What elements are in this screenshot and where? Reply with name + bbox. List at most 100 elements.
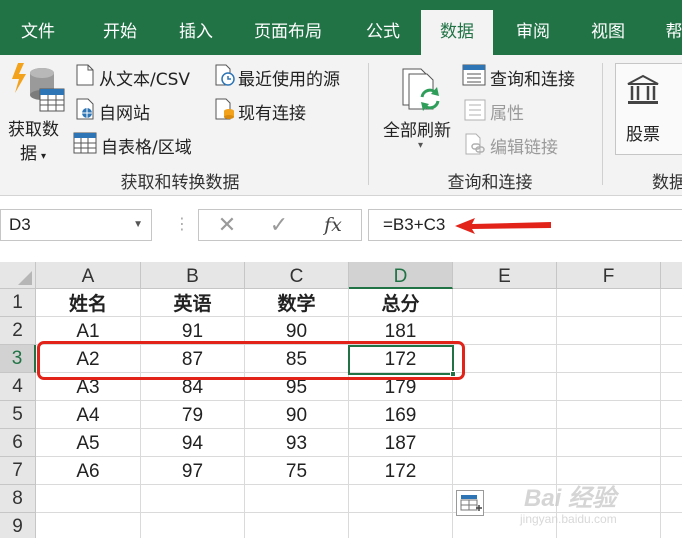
- chevron-down-icon[interactable]: ▼: [133, 210, 143, 240]
- cell-e1[interactable]: [453, 289, 557, 317]
- recent-sources-button[interactable]: 最近使用的源: [238, 65, 340, 90]
- cell-a4[interactable]: A3: [36, 373, 141, 401]
- cell-g5[interactable]: [661, 401, 682, 429]
- from-web-button[interactable]: 自网站: [99, 99, 150, 124]
- properties-button[interactable]: 属性: [490, 99, 524, 124]
- cell-g2[interactable]: [661, 317, 682, 345]
- refresh-icon[interactable]: [397, 65, 447, 120]
- quick-analysis-icon[interactable]: [456, 490, 484, 516]
- cell-b8[interactable]: [141, 485, 245, 513]
- column-header-a[interactable]: A: [36, 262, 141, 289]
- tab-formulas[interactable]: 公式: [352, 0, 414, 55]
- cell-d4[interactable]: 179: [349, 373, 453, 401]
- cell-c4[interactable]: 95: [245, 373, 349, 401]
- get-data-button-label-2[interactable]: 据 ▾: [20, 139, 46, 164]
- cell-b5[interactable]: 79: [141, 401, 245, 429]
- refresh-all-button[interactable]: 全部刷新: [383, 116, 451, 141]
- cell-g4[interactable]: [661, 373, 682, 401]
- cell-e3[interactable]: [453, 345, 557, 373]
- cell-a2[interactable]: A1: [36, 317, 141, 345]
- select-all-corner[interactable]: [0, 262, 36, 289]
- row-header-4[interactable]: 4: [0, 373, 36, 401]
- row-header-8[interactable]: 8: [0, 485, 36, 513]
- column-header-g[interactable]: [661, 262, 682, 289]
- tab-review[interactable]: 审阅: [502, 0, 564, 55]
- cell-e5[interactable]: [453, 401, 557, 429]
- from-text-csv-button[interactable]: 从文本/CSV: [99, 65, 190, 90]
- cell-e6[interactable]: [453, 429, 557, 457]
- tab-view[interactable]: 视图: [577, 0, 639, 55]
- cell-a3[interactable]: A2: [36, 345, 141, 373]
- cell-a8[interactable]: [36, 485, 141, 513]
- cell-a5[interactable]: A4: [36, 401, 141, 429]
- data-types-gallery[interactable]: 股票: [615, 63, 682, 155]
- cell-g7[interactable]: [661, 457, 682, 485]
- row-header-2[interactable]: 2: [0, 317, 36, 345]
- cell-f5[interactable]: [557, 401, 661, 429]
- cell-g1[interactable]: [661, 289, 682, 317]
- database-lightning-icon[interactable]: [10, 61, 66, 120]
- cell-b3[interactable]: 87: [141, 345, 245, 373]
- cell-b4[interactable]: 84: [141, 373, 245, 401]
- column-header-d[interactable]: D: [349, 262, 453, 289]
- cell-f6[interactable]: [557, 429, 661, 457]
- tab-data[interactable]: 数据: [421, 10, 493, 55]
- cell-d9[interactable]: [349, 513, 453, 538]
- tab-help[interactable]: 帮: [654, 0, 682, 55]
- cell-a9[interactable]: [36, 513, 141, 538]
- cell-e2[interactable]: [453, 317, 557, 345]
- cell-a6[interactable]: A5: [36, 429, 141, 457]
- row-header-7[interactable]: 7: [0, 457, 36, 485]
- cell-g8[interactable]: [661, 485, 682, 513]
- cell-c7[interactable]: 75: [245, 457, 349, 485]
- cell-c2[interactable]: 90: [245, 317, 349, 345]
- cell-b7[interactable]: 97: [141, 457, 245, 485]
- cell-d6[interactable]: 187: [349, 429, 453, 457]
- row-header-9[interactable]: 9: [0, 513, 36, 538]
- cell-f3[interactable]: [557, 345, 661, 373]
- cell-b2[interactable]: 91: [141, 317, 245, 345]
- fill-handle[interactable]: [450, 371, 456, 377]
- chevron-down-icon[interactable]: ▾: [418, 140, 423, 151]
- queries-connections-button[interactable]: 查询和连接: [490, 65, 575, 90]
- cell-a7[interactable]: A6: [36, 457, 141, 485]
- cell-a1[interactable]: 姓名: [36, 289, 141, 317]
- cell-d5[interactable]: 169: [349, 401, 453, 429]
- cell-c3[interactable]: 85: [245, 345, 349, 373]
- row-header-3[interactable]: 3: [0, 345, 36, 373]
- enter-icon[interactable]: ✓: [261, 210, 297, 240]
- edit-links-button[interactable]: 编辑链接: [490, 133, 558, 158]
- cell-d1[interactable]: 总分: [349, 289, 453, 317]
- cell-b1[interactable]: 英语: [141, 289, 245, 317]
- row-header-5[interactable]: 5: [0, 401, 36, 429]
- cell-c5[interactable]: 90: [245, 401, 349, 429]
- row-header-1[interactable]: 1: [0, 289, 36, 317]
- cell-c9[interactable]: [245, 513, 349, 538]
- cell-g3[interactable]: [661, 345, 682, 373]
- cell-e4[interactable]: [453, 373, 557, 401]
- cell-g6[interactable]: [661, 429, 682, 457]
- tab-file[interactable]: 文件: [6, 0, 70, 55]
- name-box[interactable]: D3 ▼: [0, 209, 152, 241]
- column-header-e[interactable]: E: [453, 262, 557, 289]
- from-table-range-button[interactable]: 自表格/区域: [101, 133, 192, 158]
- existing-connections-button[interactable]: 现有连接: [238, 99, 306, 124]
- column-header-b[interactable]: B: [141, 262, 245, 289]
- tab-insert[interactable]: 插入: [164, 0, 228, 55]
- cell-d7[interactable]: 172: [349, 457, 453, 485]
- cell-f1[interactable]: [557, 289, 661, 317]
- cell-b9[interactable]: [141, 513, 245, 538]
- tab-page-layout[interactable]: 页面布局: [240, 0, 336, 55]
- cell-d2[interactable]: 181: [349, 317, 453, 345]
- cell-b6[interactable]: 94: [141, 429, 245, 457]
- column-header-c[interactable]: C: [245, 262, 349, 289]
- cell-g9[interactable]: [661, 513, 682, 538]
- get-data-button-label[interactable]: 获取数: [8, 115, 59, 140]
- cell-c8[interactable]: [245, 485, 349, 513]
- cell-c1[interactable]: 数学: [245, 289, 349, 317]
- stocks-button[interactable]: 股票: [626, 120, 660, 145]
- cancel-icon[interactable]: ✕: [209, 210, 245, 240]
- cell-d3[interactable]: 172: [349, 345, 453, 373]
- insert-function-icon[interactable]: fx: [315, 210, 351, 240]
- row-header-6[interactable]: 6: [0, 429, 36, 457]
